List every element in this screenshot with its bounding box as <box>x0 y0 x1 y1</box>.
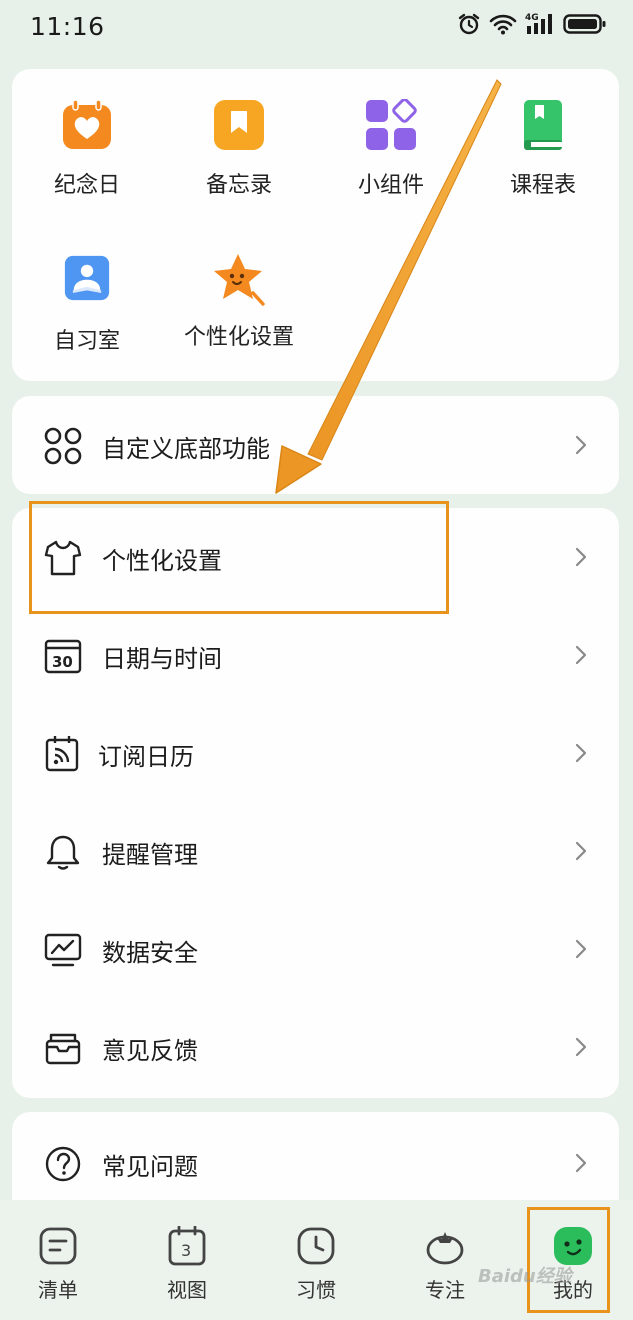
battery-icon <box>563 14 606 34</box>
row-faq[interactable]: 常见问题 <box>12 1114 619 1212</box>
row-reminder[interactable]: 提醒管理 <box>12 802 619 900</box>
highlight-mine-tab <box>527 1207 610 1313</box>
widgets-icon <box>366 99 417 150</box>
chevron-right-icon <box>575 547 587 567</box>
chevron-right-icon <box>575 1037 587 1057</box>
question-circle-icon <box>45 1146 81 1182</box>
chevron-right-icon <box>575 645 587 665</box>
chevron-right-icon <box>575 1153 587 1173</box>
row-label: 常见问题 <box>102 1153 198 1181</box>
tool-label: 个性化设置 <box>183 325 294 350</box>
tool-label: 课程表 <box>509 173 576 198</box>
calendar-30-icon: 30 <box>44 639 82 674</box>
star-mascot-icon <box>214 254 265 306</box>
memo-bookmark-icon <box>214 100 264 150</box>
tool-study-room[interactable]: 自习室 <box>12 255 162 355</box>
course-book-icon <box>524 100 562 150</box>
calendar-view-icon: 3 <box>168 1226 206 1266</box>
chevron-right-icon <box>575 743 587 763</box>
tool-label: 纪念日 <box>53 173 120 198</box>
svg-text:30: 30 <box>52 653 73 671</box>
tool-course[interactable]: 课程表 <box>468 99 618 199</box>
status-time: 11:16 <box>30 12 105 41</box>
row-data-security[interactable]: 数据安全 <box>12 900 619 998</box>
chevron-right-icon <box>575 841 587 861</box>
tool-label: 小组件 <box>357 173 424 198</box>
tool-memo[interactable]: 备忘录 <box>164 99 314 199</box>
feedback-inbox-icon <box>45 1033 81 1065</box>
study-room-icon <box>64 255 110 301</box>
anniversary-heart-icon <box>63 99 111 149</box>
tab-label: 习惯 <box>296 1278 336 1302</box>
monitor-chart-icon <box>44 933 82 967</box>
custom-bottom-card: 自定义底部功能 <box>12 396 619 494</box>
highlight-personalize-row <box>29 501 449 614</box>
row-subscribe-calendar[interactable]: 订阅日历 <box>12 704 619 802</box>
chevron-right-icon <box>575 435 587 455</box>
subscribe-calendar-icon <box>45 736 79 772</box>
bell-icon <box>46 835 80 870</box>
row-label: 意见反馈 <box>102 1037 198 1065</box>
tab-label: 视图 <box>167 1278 207 1302</box>
wifi-icon <box>489 14 517 35</box>
row-feedback[interactable]: 意见反馈 <box>12 998 619 1096</box>
row-label: 提醒管理 <box>102 841 198 869</box>
watermark: Baidu经验 <box>478 1266 572 1287</box>
tab-view[interactable]: 3 视图 <box>137 1226 237 1303</box>
status-bar: 11:16 4G <box>0 0 633 56</box>
alarm-icon <box>458 13 480 35</box>
row-label: 自定义底部功能 <box>102 435 270 463</box>
svg-text:4G: 4G <box>525 13 539 23</box>
grid-circles-icon <box>44 427 82 465</box>
row-label: 数据安全 <box>102 939 198 967</box>
row-custom-bottom[interactable]: 自定义底部功能 <box>12 396 619 494</box>
status-icons: 4G <box>457 12 607 36</box>
tool-label: 自习室 <box>53 329 120 354</box>
tool-widgets[interactable]: 小组件 <box>316 99 466 199</box>
tools-card: 纪念日 备忘录 小组件 课程表 自习室 个性化设置 <box>12 69 619 381</box>
svg-text:3: 3 <box>181 1241 191 1260</box>
list-icon <box>39 1227 77 1265</box>
tab-habit[interactable]: 习惯 <box>266 1226 366 1303</box>
tab-list[interactable]: 清单 <box>8 1226 108 1303</box>
tab-label: 清单 <box>38 1278 78 1302</box>
chevron-right-icon <box>575 939 587 959</box>
signal-4g-icon: 4G <box>525 13 552 34</box>
tool-anniversary[interactable]: 纪念日 <box>12 99 162 199</box>
row-label: 订阅日历 <box>98 743 194 771</box>
tool-label: 备忘录 <box>205 173 272 198</box>
row-date-time[interactable]: 30 日期与时间 <box>12 606 619 704</box>
tool-personalize[interactable]: 个性化设置 <box>164 251 314 351</box>
row-label: 日期与时间 <box>102 645 222 673</box>
tomato-icon <box>426 1232 464 1265</box>
clock-icon <box>297 1227 335 1265</box>
